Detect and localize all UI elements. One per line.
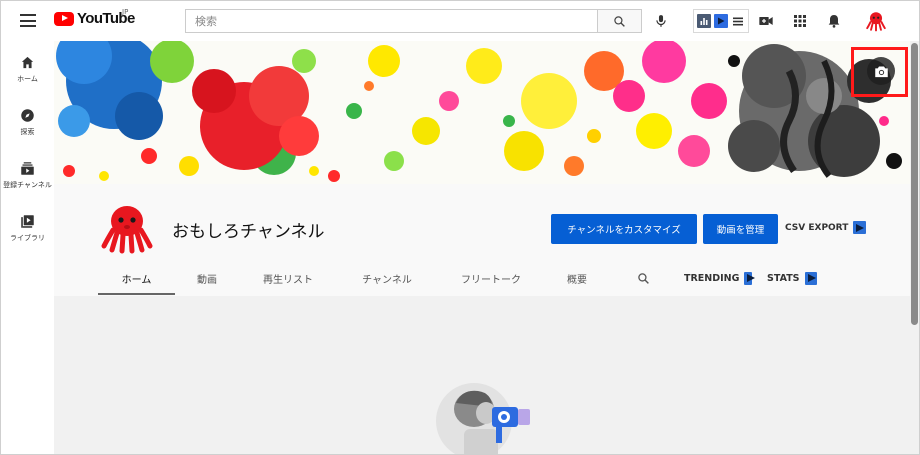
customize-channel-button[interactable]: チャンネルをカスタマイズ	[551, 214, 697, 244]
tab-stats-label: STATS	[767, 272, 800, 284]
camera-icon	[874, 66, 888, 77]
apps-grid-icon[interactable]	[791, 13, 809, 29]
active-tab-indicator	[98, 293, 175, 295]
sidebar-item-library[interactable]: ライブラリ	[1, 214, 54, 258]
home-icon	[21, 56, 34, 69]
tab-trending-label: TRENDING	[684, 272, 740, 284]
list-extension-icon[interactable]	[731, 14, 745, 28]
edit-banner-highlight[interactable]	[851, 47, 908, 97]
search-box	[185, 9, 598, 33]
channel-name: おもしろチャンネル	[172, 222, 325, 242]
channel-tabs: ホーム 動画 再生リスト チャンネル フリートーク 概要 TRENDING ST…	[54, 260, 910, 296]
sidebar-item-label: ライブラリ	[10, 234, 45, 242]
csv-export-button[interactable]: CSV EXPORT	[785, 221, 867, 234]
sidebar-item-label: ホーム	[17, 75, 38, 83]
tab-home[interactable]: ホーム	[98, 260, 175, 296]
manage-videos-button[interactable]: 動画を管理	[703, 214, 778, 244]
channel-banner	[54, 41, 910, 184]
channel-content-area	[54, 296, 910, 454]
search-input[interactable]	[186, 10, 598, 33]
library-icon	[21, 215, 34, 228]
search-icon	[637, 272, 649, 284]
list-icon	[732, 17, 743, 25]
sidebar-item-explore[interactable]: 探索	[1, 108, 54, 152]
sidebar-item-label: 探索	[20, 128, 35, 136]
app-window: YouTube JP 検索 ホーム 探索 登録チャンネル ライブラリ おもしろチ…	[0, 0, 920, 455]
menu-icon[interactable]	[20, 14, 36, 27]
bar-chart-icon	[700, 18, 708, 25]
scrollbar-thumb[interactable]	[911, 43, 918, 325]
logo-country-code: JP	[122, 8, 129, 16]
account-avatar-icon[interactable]	[865, 10, 887, 32]
left-sidebar: ホーム 探索 登録チャンネル ライブラリ	[1, 41, 54, 454]
channel-header: おもしろチャンネル チャンネルをカスタマイズ 動画を管理 CSV EXPORT …	[54, 184, 910, 296]
vidiq-extension-icon[interactable]	[713, 14, 728, 28]
explore-icon	[21, 109, 34, 122]
youtube-play-icon	[54, 11, 74, 26]
banner-paint-splatter-image	[54, 41, 910, 184]
sidebar-item-label: 登録チャンネル	[3, 181, 52, 189]
tab-stats[interactable]: STATS	[767, 260, 817, 296]
tab-channels[interactable]: チャンネル	[348, 260, 426, 296]
notifications-bell-icon[interactable]	[825, 13, 843, 29]
top-bar: YouTube JP	[1, 1, 919, 41]
vidiq-icon	[804, 271, 817, 285]
stats-extension-icon[interactable]	[697, 14, 712, 28]
microphone-icon[interactable]	[654, 13, 668, 29]
play-icon	[717, 17, 725, 25]
tab-trending[interactable]: TRENDING	[684, 260, 755, 296]
extension-toolbar	[693, 9, 749, 33]
search-button[interactable]	[597, 9, 642, 33]
vidiq-icon	[853, 221, 867, 234]
tab-about[interactable]: 概要	[554, 260, 600, 296]
tab-playlists[interactable]: 再生リスト	[250, 260, 326, 296]
vidiq-icon	[744, 271, 755, 285]
create-video-icon[interactable]	[757, 13, 775, 29]
search-icon	[614, 15, 625, 27]
sidebar-item-home[interactable]: ホーム	[1, 55, 54, 99]
csv-export-label: CSV EXPORT	[785, 222, 849, 233]
tab-videos[interactable]: 動画	[184, 260, 230, 296]
channel-search-button[interactable]	[630, 260, 656, 296]
subscriptions-icon	[21, 162, 34, 175]
edit-banner-button[interactable]	[867, 57, 895, 85]
tab-community[interactable]: フリートーク	[447, 260, 535, 296]
channel-avatar[interactable]	[99, 200, 155, 256]
empty-channel-illustration	[436, 383, 530, 454]
sidebar-item-subscriptions[interactable]: 登録チャンネル	[1, 161, 54, 205]
